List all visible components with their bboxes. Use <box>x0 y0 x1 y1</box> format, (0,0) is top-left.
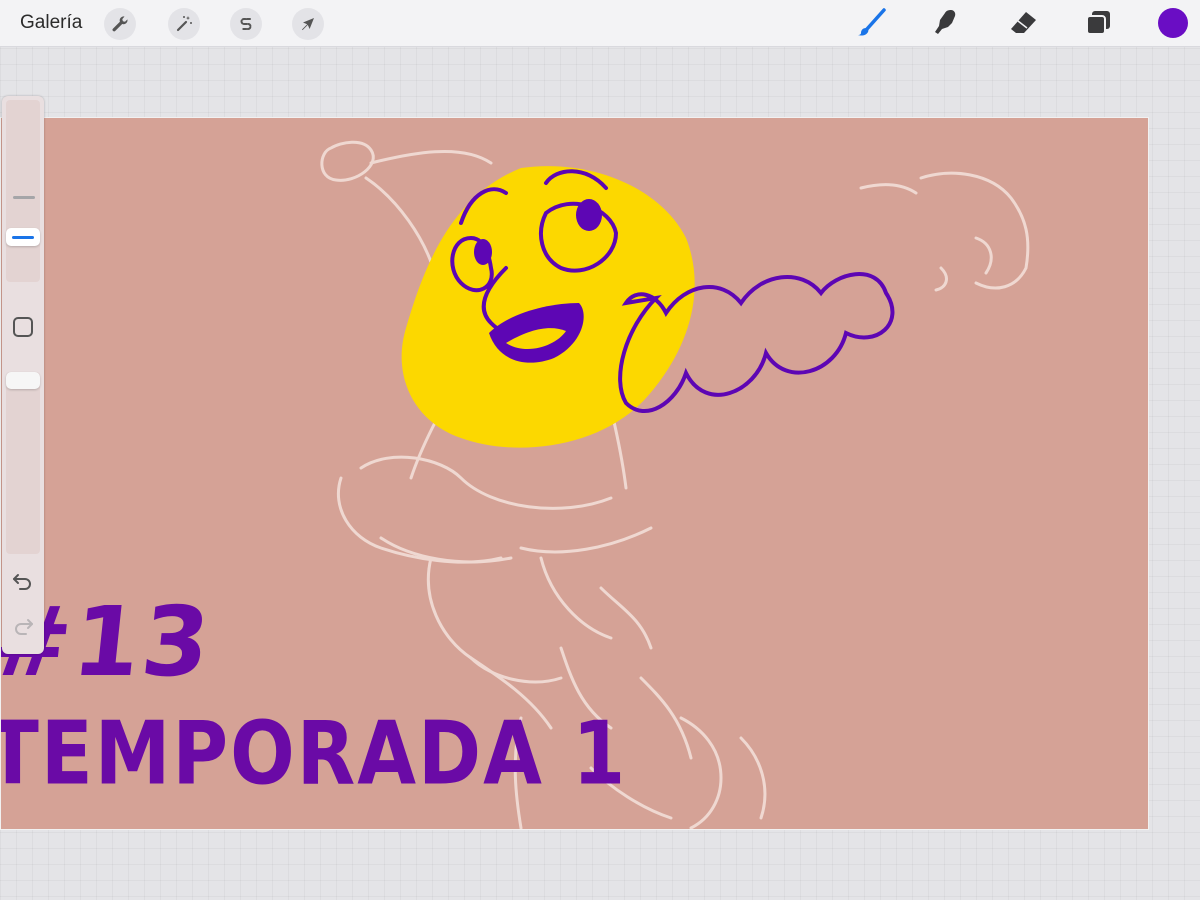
drawing-canvas[interactable]: #13 TEMPORADA 1 <box>0 117 1149 830</box>
color-picker-button[interactable] <box>1158 8 1188 38</box>
transform-button[interactable] <box>292 8 324 40</box>
opacity-slider[interactable] <box>6 372 40 554</box>
season-title-text: TEMPORADA 1 <box>0 702 628 805</box>
arrow-cursor-icon <box>302 18 314 31</box>
wrench-icon <box>112 16 128 32</box>
left-pupil <box>474 239 492 265</box>
brush-tool-button[interactable] <box>854 6 888 40</box>
smudge-finger-icon <box>935 10 956 34</box>
brush-icon <box>858 8 886 36</box>
actions-button[interactable] <box>104 8 136 40</box>
gallery-button[interactable]: Galería <box>20 12 82 34</box>
eraser-icon <box>1011 12 1036 33</box>
brush-size-marker <box>13 196 35 199</box>
smudge-tool-button[interactable] <box>929 6 963 40</box>
brush-size-handle[interactable] <box>6 228 40 246</box>
eraser-tool-button[interactable] <box>1006 6 1040 40</box>
opacity-handle[interactable] <box>6 372 40 389</box>
undo-icon[interactable] <box>12 571 34 591</box>
layers-icon <box>1086 11 1110 35</box>
redo-icon[interactable] <box>12 616 34 636</box>
brush-sidebar <box>2 96 44 654</box>
right-pupil <box>576 199 602 231</box>
brush-size-slider[interactable] <box>6 100 40 282</box>
layers-tool-button[interactable] <box>1081 6 1115 40</box>
selection-button[interactable] <box>230 8 262 40</box>
magic-wand-icon <box>176 16 192 32</box>
top-toolbar: Galería <box>0 0 1200 47</box>
square-modify-icon[interactable] <box>13 317 33 337</box>
selection-s-icon <box>240 18 252 30</box>
adjustments-button[interactable] <box>168 8 200 40</box>
